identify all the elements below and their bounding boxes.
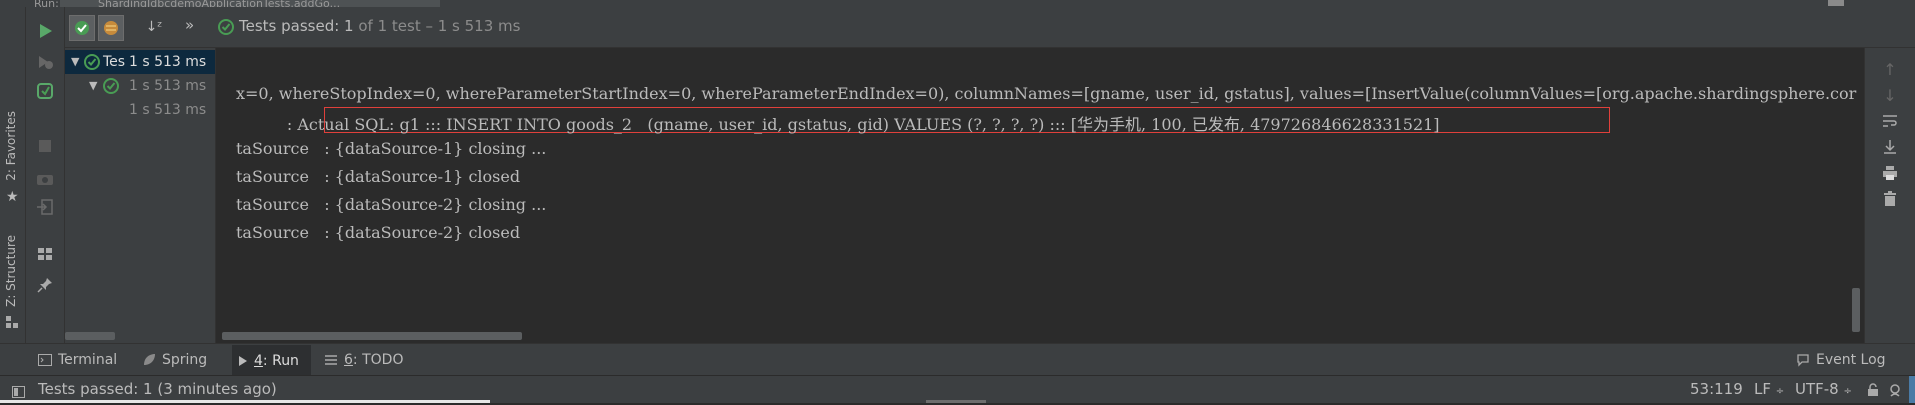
tab-spring[interactable]: Spring (142, 344, 207, 376)
console-line: taSource : {dataSource-1} closed (236, 167, 521, 186)
caret-position[interactable]: 53:119 (1690, 376, 1743, 403)
scroll-to-end-icon[interactable] (1877, 134, 1903, 160)
camera-icon[interactable] (33, 167, 57, 191)
tree-row-method[interactable]: 1 s 513 ms (65, 98, 215, 122)
toggle-auto-test-icon[interactable] (33, 79, 57, 103)
layout-icon[interactable] (33, 242, 57, 266)
file-encoding-label: UTF-8 (1795, 380, 1839, 398)
left-tool-strip: 2: Favorites ★ Z: Structure (0, 7, 26, 343)
print-icon[interactable] (1877, 160, 1903, 186)
tree-scrollbar-thumb[interactable] (65, 332, 115, 340)
rerun-icon[interactable] (33, 19, 57, 43)
console-actions: ↑ ↓ (1864, 48, 1915, 343)
run-tools-column (26, 7, 65, 343)
list-icon (325, 355, 337, 365)
event-log-icon (1797, 354, 1809, 367)
down-arrow-icon[interactable]: ↓ (1877, 82, 1903, 108)
stop-icon[interactable] (33, 134, 57, 158)
console-hscroll-track (216, 331, 1846, 341)
star-icon: ★ (6, 189, 19, 205)
tree-row-root[interactable]: ▼ Tes 1 s 513 ms (65, 50, 215, 74)
terminal-icon (38, 354, 52, 366)
tab-run-label: 4: Run (254, 352, 299, 369)
tree-item-time: 1 s 513 ms (129, 54, 207, 70)
status-message[interactable]: Tests passed: 1 (3 minutes ago) (38, 376, 277, 403)
show-ignored-toggle[interactable] (98, 15, 124, 41)
console-vscroll-thumb[interactable] (1852, 288, 1860, 332)
lock-icon[interactable] (1866, 382, 1880, 396)
test-status-count: 1 (344, 17, 354, 35)
structure-icon (6, 313, 18, 328)
collapse-arrow-icon[interactable]: ▼ (71, 50, 79, 74)
console-line: taSource : {dataSource-2} closing ... (236, 195, 547, 214)
play-icon (239, 355, 247, 366)
show-passed-toggle[interactable] (69, 15, 95, 41)
tab-todo[interactable]: 6: TODO (324, 344, 403, 376)
ignored-icon (104, 21, 118, 35)
tool-window-toggle-icon[interactable] (12, 383, 25, 398)
tab-terminal[interactable]: Terminal (38, 344, 117, 376)
rerun-failed-icon[interactable] (33, 50, 57, 74)
tree-scrollbar-track (65, 331, 215, 341)
line-separator[interactable]: LF ÷ (1754, 376, 1784, 403)
soft-wrap-icon[interactable] (1877, 108, 1903, 134)
tree-row-class[interactable]: ▼ 1 s 513 ms (65, 74, 215, 98)
structure-tab-label: Z: Structure (4, 235, 18, 307)
check-circle-icon (103, 78, 119, 94)
tree-item-time: 1 s 513 ms (129, 78, 207, 94)
test-toolbar: ↓ᶻ » Tests passed: 1 of 1 test – 1 s 513… (65, 7, 1915, 48)
console-vscroll-track (1850, 48, 1862, 333)
tab-event-log-label: Event Log (1816, 352, 1886, 368)
console-line: taSource : {dataSource-1} closing ... (236, 139, 547, 158)
tree-item-time: 1 s 513 ms (129, 102, 207, 118)
test-status-prefix: Tests passed: (239, 17, 345, 35)
collapse-arrow-icon[interactable]: ▼ (89, 74, 97, 98)
run-config-tab-label: ShardingJdbcdemoApplicationTests.addGo..… (98, 0, 341, 7)
file-encoding[interactable]: UTF-8 ÷ (1795, 376, 1852, 403)
tab-terminal-label: Terminal (58, 352, 118, 368)
test-status-text: Tests passed: 1 of 1 test – 1 s 513 ms (239, 17, 520, 35)
check-circle-icon (75, 21, 89, 35)
edge-indicator (1909, 376, 1915, 403)
settings-icon[interactable] (1828, 0, 1844, 6)
console-output[interactable]: x=0, whereStopIndex=0, whereParameterSta… (216, 48, 1864, 343)
tab-todo-label: 6: TODO (344, 352, 404, 368)
tab-spring-label: Spring (162, 352, 208, 368)
structure-tab[interactable]: Z: Structure (4, 235, 18, 307)
test-tree: ▼ Tes 1 s 513 ms ▼ 1 s 513 ms 1 s 513 ms (65, 48, 216, 343)
dropdown-icon: ÷ (1775, 386, 1785, 397)
spring-leaf-icon (144, 354, 155, 365)
dropdown-icon: ÷ (1843, 386, 1852, 397)
tab-run[interactable]: 4: Run (232, 345, 311, 376)
favorites-tab[interactable]: 2: Favorites (4, 111, 18, 181)
run-config-tab[interactable]: ShardingJdbcdemoApplicationTests.addGo..… (60, 0, 440, 7)
up-arrow-icon[interactable]: ↑ (1877, 56, 1903, 82)
more-tools-button[interactable]: » (185, 16, 194, 34)
console-hscroll-thumb[interactable] (222, 332, 522, 340)
trash-icon[interactable] (1877, 186, 1903, 212)
test-status-suffix: of 1 test – 1 s 513 ms (353, 17, 521, 35)
check-circle-icon (84, 54, 100, 70)
tab-event-log[interactable]: Event Log (1796, 344, 1886, 376)
console-line: x=0, whereStopIndex=0, whereParameterSta… (236, 84, 1857, 103)
console-line-sql: : Actual SQL: g1 ::: INSERT INTO goods_2… (236, 115, 1440, 134)
status-bar: Tests passed: 1 (3 minutes ago) 53:119 L… (0, 375, 1915, 403)
inspector-icon[interactable] (1888, 382, 1902, 397)
line-separator-label: LF (1754, 380, 1771, 398)
favorites-tab-label: 2: Favorites (4, 111, 18, 181)
tree-item-label: Tes (103, 54, 126, 70)
test-pass-icon (218, 19, 234, 35)
run-label: Run: (34, 0, 61, 7)
pin-icon[interactable] (33, 273, 57, 297)
sort-alpha-icon[interactable]: ↓ᶻ (143, 16, 165, 38)
import-icon[interactable] (33, 195, 57, 219)
console-line: taSource : {dataSource-2} closed (236, 223, 521, 242)
tool-window-tabs: Terminal Spring 4: Run 6: TODO Event Log (0, 343, 1915, 376)
